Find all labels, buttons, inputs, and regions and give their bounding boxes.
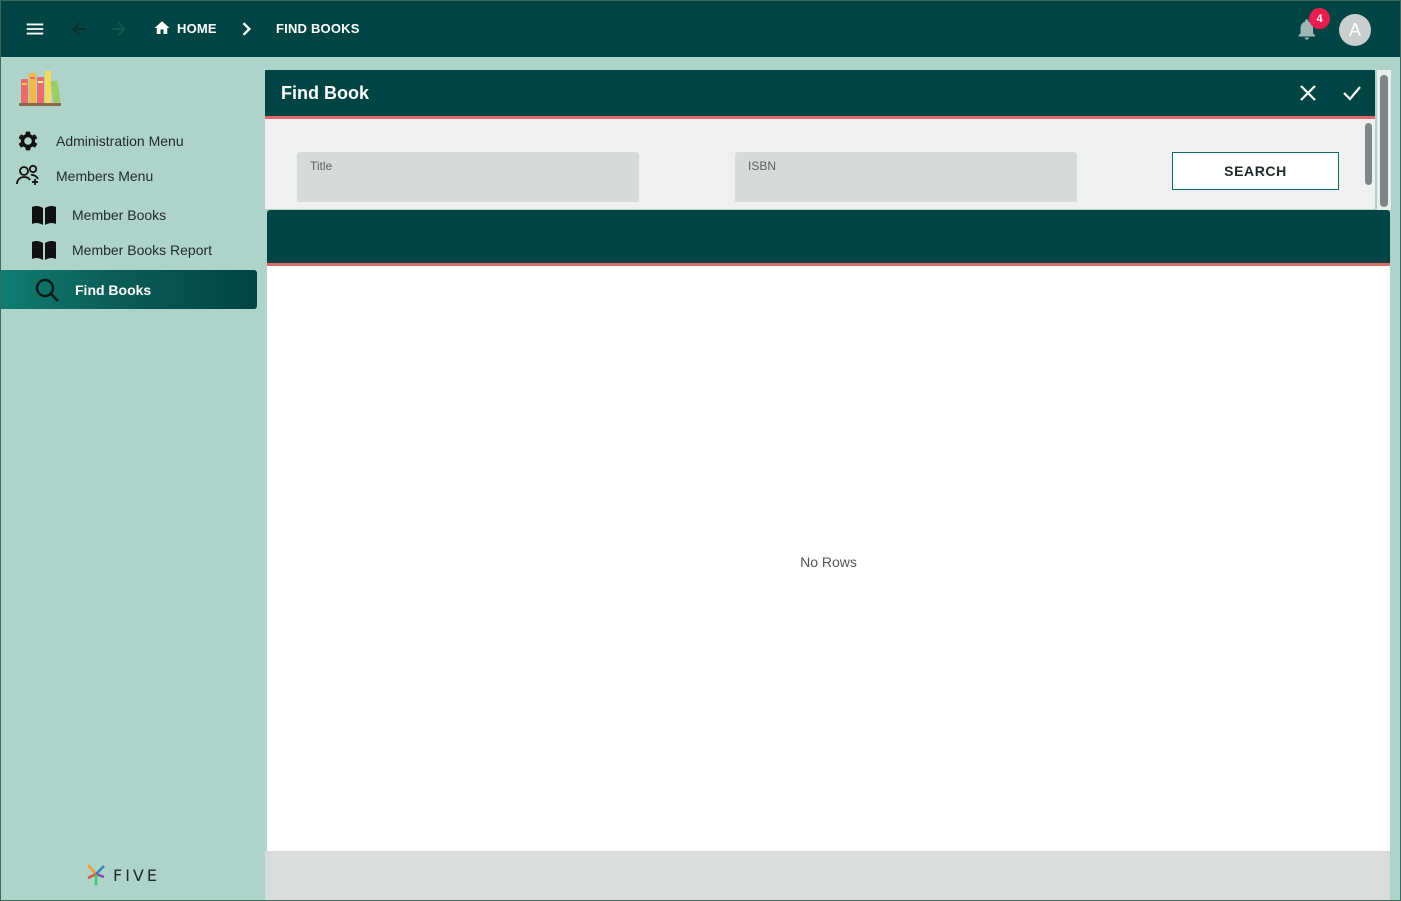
app-logo [17, 67, 63, 107]
results-grid-footer [265, 851, 1390, 900]
notification-badge: 4 [1309, 8, 1330, 29]
top-bar: HOME FIND BOOKS 4 A [1, 1, 1400, 57]
book-icon [30, 201, 58, 229]
chevron-right-icon [242, 22, 251, 36]
sidebar-item-members-menu[interactable]: Members Menu [1, 158, 257, 194]
hamburger-icon [26, 23, 44, 35]
form-scrollbar-thumb[interactable] [1365, 123, 1372, 185]
menu-button[interactable] [15, 9, 55, 49]
forward-button[interactable] [99, 9, 139, 49]
right-border-strip [1390, 210, 1400, 900]
gear-icon [14, 127, 42, 155]
sidebar-item-label: Member Books Report [72, 242, 213, 258]
panel-scrollbar-thumb[interactable] [1380, 75, 1388, 207]
back-button[interactable] [59, 9, 99, 49]
find-book-panel-header: Find Book [265, 70, 1375, 116]
arrow-right-icon [112, 22, 126, 36]
sidebar-item-find-books[interactable]: Find Books [1, 270, 257, 309]
book-icon [30, 236, 58, 264]
search-icon [33, 276, 61, 304]
five-brand-text: FIVE [113, 865, 160, 885]
results-grid-header [267, 210, 1390, 263]
five-brand-logo: FIVE [85, 863, 160, 887]
title-field-label: Title [310, 159, 333, 173]
search-button[interactable]: SEARCH [1172, 152, 1339, 190]
breadcrumb-separator [239, 19, 253, 44]
sidebar-item-label: Find Books [75, 281, 152, 298]
sidebar-item-administration-menu[interactable]: Administration Menu [1, 123, 257, 159]
form-scrollbar[interactable] [1363, 119, 1375, 209]
sidebar-item-label: Administration Menu [56, 133, 184, 149]
avatar[interactable]: A [1339, 14, 1371, 46]
sidebar-item-member-books-report[interactable]: Member Books Report [1, 232, 257, 268]
arrow-left-icon [72, 22, 86, 36]
isbn-field-label: ISBN [748, 159, 777, 173]
confirm-button[interactable] [1337, 78, 1367, 108]
home-icon [154, 21, 170, 34]
five-star-icon [87, 864, 105, 885]
search-form: Title ISBN SEARCH [265, 119, 1363, 209]
title-field[interactable]: Title [297, 152, 639, 202]
app-window: HOME FIND BOOKS 4 A Administration Menu … [0, 0, 1401, 901]
breadcrumb-home[interactable]: HOME [153, 19, 217, 37]
users-icon [14, 162, 42, 190]
breadcrumb-current: FIND BOOKS [276, 21, 360, 36]
empty-grid-message: No Rows [800, 554, 857, 570]
panel-title: Find Book [281, 82, 369, 103]
results-grid: No Rows [267, 266, 1390, 851]
sidebar: Administration Menu Members Menu Member … [1, 57, 263, 900]
check-icon [1343, 86, 1361, 101]
panel-scrollbar[interactable] [1377, 70, 1391, 210]
books-logo-icon [19, 71, 61, 106]
title-input[interactable] [310, 176, 626, 196]
sidebar-item-label: Members Menu [56, 168, 154, 184]
sidebar-item-member-books[interactable]: Member Books [1, 197, 257, 233]
close-button[interactable] [1293, 78, 1323, 108]
close-icon [1300, 85, 1316, 101]
isbn-field[interactable]: ISBN [735, 152, 1077, 202]
isbn-input[interactable] [748, 176, 1064, 196]
sidebar-item-label: Member Books [72, 207, 167, 223]
breadcrumb-home-label: HOME [177, 20, 217, 36]
